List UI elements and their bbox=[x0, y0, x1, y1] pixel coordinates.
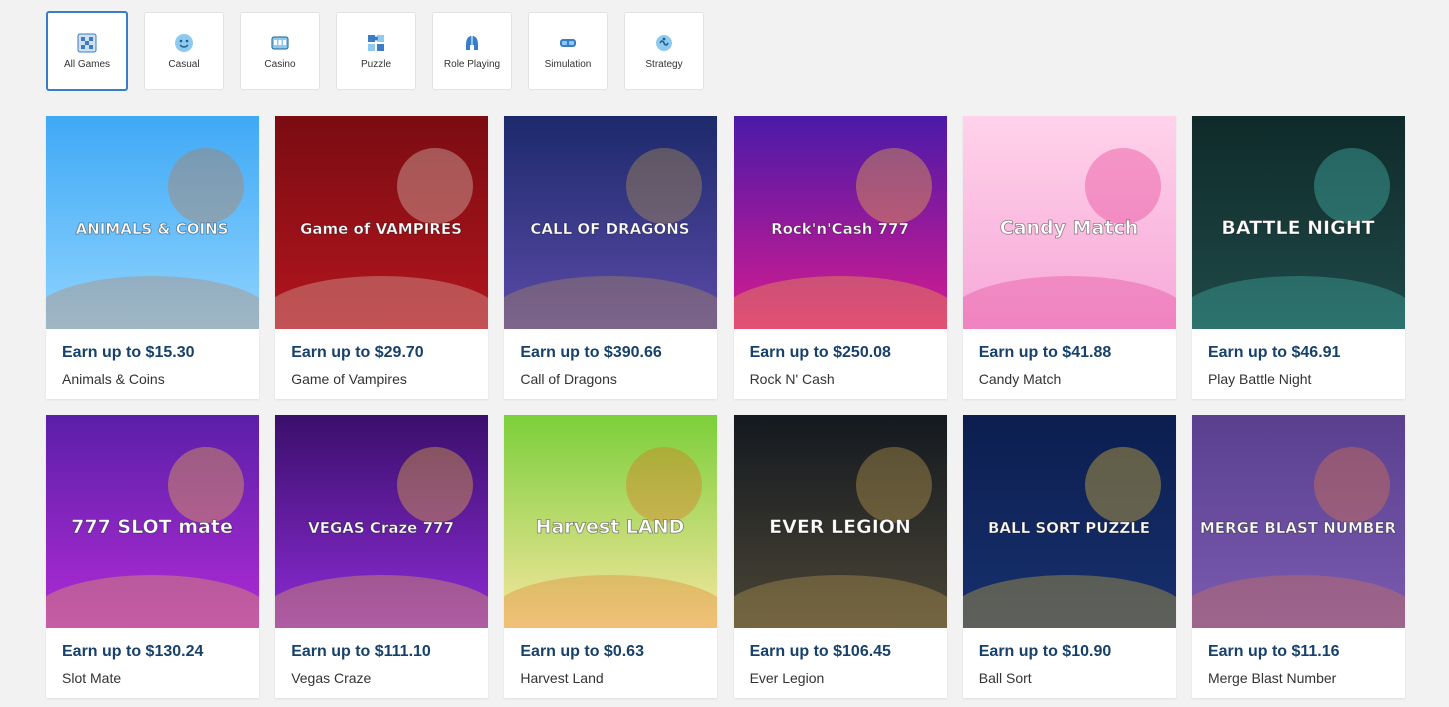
game-card[interactable]: VEGAS Craze 777 Earn up to $111.10 Vegas… bbox=[275, 415, 489, 698]
filter-all-games[interactable]: All Games bbox=[46, 11, 128, 91]
game-card[interactable]: ANIMALS & COINS Earn up to $15.30 Animal… bbox=[46, 116, 259, 399]
game-title[interactable]: Ball Sort bbox=[979, 670, 1176, 686]
game-title[interactable]: Rock N' Cash bbox=[750, 371, 947, 387]
game-thumbnail[interactable]: Rock'n'Cash 777 bbox=[733, 116, 947, 329]
game-thumbnail[interactable]: BATTLE NIGHT bbox=[1191, 116, 1405, 329]
game-artwork: CALL OF DRAGONS bbox=[504, 116, 718, 329]
filter-puzzle[interactable]: Puzzle bbox=[336, 12, 416, 90]
game-title[interactable]: Harvest Land bbox=[520, 670, 717, 686]
earn-amount: Earn up to $390.66 bbox=[520, 344, 662, 361]
game-artwork: VEGAS Craze 777 bbox=[275, 415, 489, 628]
game-title[interactable]: Game of Vampires bbox=[291, 371, 488, 387]
game-logo-text: CALL OF DRAGONS bbox=[531, 220, 690, 238]
game-title[interactable]: Vegas Craze bbox=[291, 670, 488, 686]
game-thumbnail[interactable]: Candy Match bbox=[962, 116, 1176, 329]
game-artwork: BATTLE NIGHT bbox=[1191, 116, 1405, 329]
game-logo-text: VEGAS Craze 777 bbox=[308, 519, 454, 537]
game-thumbnail[interactable]: BALL SORT PUZZLE bbox=[962, 415, 1176, 628]
game-card[interactable]: BATTLE NIGHT Earn up to $46.91 Play Batt… bbox=[1191, 116, 1405, 399]
game-logo-text: BATTLE NIGHT bbox=[1221, 217, 1374, 239]
game-title[interactable]: Candy Match bbox=[979, 371, 1176, 387]
filter-label: Role Playing bbox=[443, 59, 501, 70]
earn-amount: Earn up to $29.70 bbox=[291, 344, 424, 361]
earn-amount: Earn up to $11.16 bbox=[1207, 643, 1340, 660]
game-artwork: Rock'n'Cash 777 bbox=[733, 116, 947, 329]
earn-amount: Earn up to $250.08 bbox=[749, 344, 891, 361]
game-logo-text: EVER LEGION bbox=[769, 516, 911, 538]
game-artwork: Candy Match bbox=[962, 116, 1176, 329]
game-artwork: BALL SORT PUZZLE bbox=[962, 415, 1176, 628]
game-grid: ANIMALS & COINS Earn up to $15.30 Animal… bbox=[46, 116, 1405, 698]
earn-amount: Earn up to $0.63 bbox=[520, 643, 644, 660]
game-logo-text: Rock'n'Cash 777 bbox=[771, 220, 909, 238]
filter-strategy[interactable]: Strategy bbox=[624, 12, 704, 90]
game-artwork: Harvest LAND bbox=[504, 415, 718, 628]
checkered-grid-icon bbox=[77, 33, 97, 53]
game-thumbnail[interactable]: Game of VAMPIRES bbox=[275, 116, 489, 329]
filter-label: Strategy bbox=[645, 59, 683, 70]
game-logo-text: Harvest LAND bbox=[536, 516, 685, 538]
game-card[interactable]: 777 SLOT mate Earn up to $130.24 Slot Ma… bbox=[46, 415, 259, 698]
game-artwork: MERGE BLAST NUMBER bbox=[1191, 415, 1405, 628]
game-card[interactable]: Candy Match Earn up to $41.88 Candy Matc… bbox=[962, 116, 1176, 399]
game-artwork: 777 SLOT mate bbox=[46, 415, 259, 628]
game-title[interactable]: Slot Mate bbox=[62, 670, 259, 686]
earn-amount: Earn up to $10.90 bbox=[978, 643, 1112, 660]
filter-label: All Games bbox=[63, 59, 111, 70]
game-logo-text: ANIMALS & COINS bbox=[76, 220, 229, 238]
game-title[interactable]: Call of Dragons bbox=[520, 371, 717, 387]
earn-amount: Earn up to $106.45 bbox=[749, 643, 891, 660]
brain-icon bbox=[656, 35, 672, 51]
filter-casino[interactable]: Casino bbox=[240, 12, 320, 90]
game-card[interactable]: Harvest LAND Earn up to $0.63 Harvest La… bbox=[504, 415, 718, 698]
filter-casual[interactable]: Casual bbox=[144, 12, 224, 90]
game-title[interactable]: Ever Legion bbox=[750, 670, 947, 686]
game-logo-text: Candy Match bbox=[1000, 217, 1139, 239]
game-thumbnail[interactable]: 777 SLOT mate bbox=[46, 415, 259, 628]
game-thumbnail[interactable]: ANIMALS & COINS bbox=[46, 116, 259, 329]
game-thumbnail[interactable]: EVER LEGION bbox=[733, 415, 947, 628]
game-title[interactable]: Merge Blast Number bbox=[1208, 670, 1405, 686]
game-thumbnail[interactable]: MERGE BLAST NUMBER bbox=[1191, 415, 1405, 628]
earn-amount: Earn up to $46.91 bbox=[1207, 344, 1341, 361]
earn-amount: Earn up to $111.10 bbox=[291, 643, 431, 660]
game-artwork: ANIMALS & COINS bbox=[46, 116, 259, 329]
game-logo-text: BALL SORT PUZZLE bbox=[988, 519, 1150, 537]
earn-amount: Earn up to $130.24 bbox=[62, 643, 204, 660]
game-thumbnail[interactable]: CALL OF DRAGONS bbox=[504, 116, 718, 329]
puzzle-icon bbox=[368, 35, 384, 51]
filter-label: Casino bbox=[264, 59, 296, 70]
vr-headset-icon bbox=[560, 39, 576, 47]
game-thumbnail[interactable]: Harvest LAND bbox=[504, 415, 718, 628]
game-card[interactable]: CALL OF DRAGONS Earn up to $390.66 Call … bbox=[504, 116, 718, 399]
filter-role-playing[interactable]: Role Playing bbox=[432, 12, 512, 90]
game-title[interactable]: Play Battle Night bbox=[1208, 371, 1405, 387]
helmet-icon bbox=[466, 36, 478, 50]
game-logo-text: Game of VAMPIRES bbox=[300, 220, 462, 238]
game-card[interactable]: Game of VAMPIRES Earn up to $29.70 Game … bbox=[275, 116, 489, 399]
slot-machine-icon bbox=[271, 36, 289, 50]
earn-amount: Earn up to $41.88 bbox=[978, 344, 1112, 361]
game-card[interactable]: Rock'n'Cash 777 Earn up to $250.08 Rock … bbox=[733, 116, 947, 399]
game-card[interactable]: EVER LEGION Earn up to $106.45 Ever Legi… bbox=[733, 415, 947, 698]
game-card[interactable]: BALL SORT PUZZLE Earn up to $10.90 Ball … bbox=[962, 415, 1176, 698]
game-thumbnail[interactable]: VEGAS Craze 777 bbox=[275, 415, 489, 628]
game-artwork: Game of VAMPIRES bbox=[275, 116, 489, 329]
filter-label: Puzzle bbox=[360, 59, 391, 70]
game-logo-text: MERGE BLAST NUMBER bbox=[1200, 519, 1397, 537]
game-artwork: EVER LEGION bbox=[733, 415, 947, 628]
earn-amount: Earn up to $15.30 bbox=[62, 344, 195, 361]
game-logo-text: 777 SLOT mate bbox=[71, 516, 233, 538]
category-filter-bar: All Games Casual Casino Puzzle Role Play… bbox=[46, 11, 704, 91]
smiley-icon bbox=[175, 34, 193, 52]
game-title[interactable]: Animals & Coins bbox=[62, 371, 259, 387]
filter-label: Casual bbox=[168, 59, 200, 70]
filter-label: Simulation bbox=[544, 59, 592, 70]
filter-simulation[interactable]: Simulation bbox=[528, 12, 608, 90]
game-card[interactable]: MERGE BLAST NUMBER Earn up to $11.16 Mer… bbox=[1191, 415, 1405, 698]
